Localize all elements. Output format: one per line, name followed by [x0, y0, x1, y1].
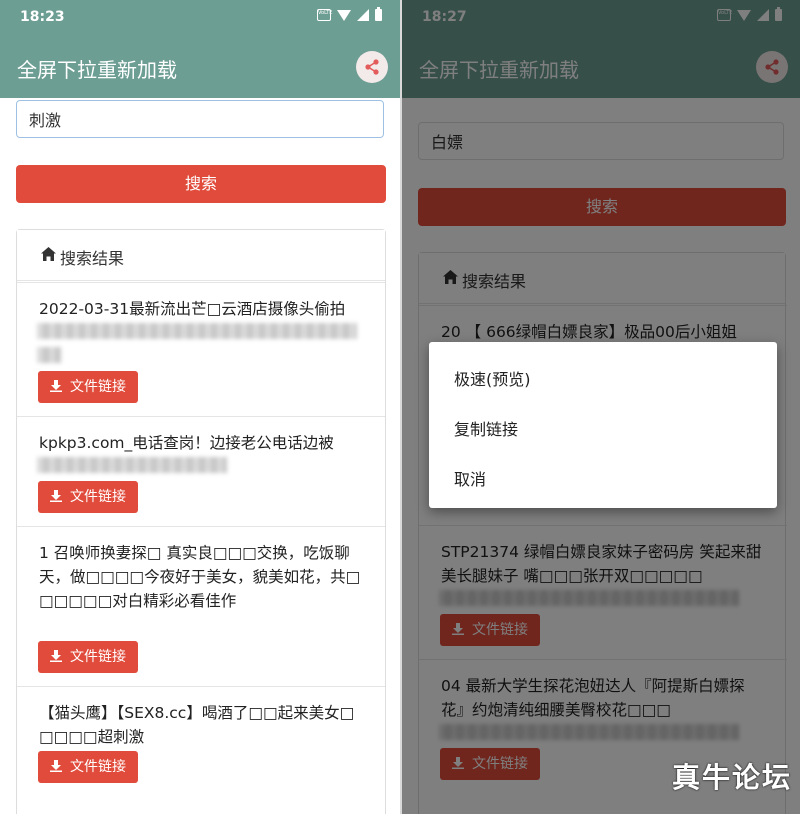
- results-header: 搜索结果: [17, 230, 385, 281]
- battery-icon: [375, 7, 382, 21]
- search-input[interactable]: [16, 100, 384, 138]
- download-icon: [50, 490, 62, 502]
- home-icon: [41, 247, 56, 261]
- file-link-label: 文件链接: [70, 379, 126, 395]
- result-item: kpkp3.com_电话查岗！边接老公电话边被 文件链接: [17, 416, 385, 526]
- file-link-label: 文件链接: [70, 649, 126, 665]
- forum-watermark: 真牛论坛: [671, 761, 792, 794]
- dialog-option-cancel[interactable]: 取消: [454, 466, 486, 490]
- result-title: 【猫头鹰】【SEX8.cc】喝酒了□□起来美女□□□□□超刺激: [39, 704, 355, 746]
- file-link-label: 文件链接: [70, 489, 126, 505]
- blur-mask: [37, 457, 227, 473]
- wifi-icon: [337, 9, 351, 21]
- download-icon: [50, 760, 62, 772]
- blur-mask: [37, 347, 61, 363]
- file-link-button[interactable]: 文件链接: [38, 371, 138, 403]
- volte-icon: VoLTE: [317, 9, 332, 21]
- signal-icon: [357, 9, 369, 21]
- result-title: kpkp3.com_电话查岗！边接老公电话边被: [39, 434, 334, 452]
- status-time: 18:23: [20, 9, 65, 25]
- left-phone-screen: 18:23 VoLTE 全屏下拉重新加载 搜索: [0, 0, 400, 814]
- status-icons: VoLTE: [317, 7, 382, 21]
- link-options-dialog: 极速(预览) 复制链接 取消: [429, 342, 777, 508]
- download-icon: [50, 380, 62, 392]
- file-link-button[interactable]: 文件链接: [38, 481, 138, 513]
- search-button[interactable]: 搜索: [16, 165, 386, 203]
- results-panel: 搜索结果 2022-03-31最新流出芒□云酒店摄像头偷拍 文件链接 kpkp3…: [16, 229, 386, 814]
- app-bar: 全屏下拉重新加载: [0, 36, 400, 98]
- result-item: 2022-03-31最新流出芒□云酒店摄像头偷拍 文件链接: [17, 282, 385, 416]
- share-icon: [365, 59, 379, 75]
- result-title: 1 召唤师换妻探□ 真实良□□□交换，吃饭聊天，做□□□□今夜好于美女，貌美如花…: [39, 544, 361, 610]
- share-button[interactable]: [356, 51, 388, 83]
- blur-mask: [37, 323, 357, 339]
- dialog-option-copy-link[interactable]: 复制链接: [454, 416, 518, 440]
- app-title: 全屏下拉重新加载: [17, 58, 177, 82]
- screenshot-composite: 18:23 VoLTE 全屏下拉重新加载 搜索: [0, 0, 800, 814]
- result-item: 【猫头鹰】【SEX8.cc】喝酒了□□起来美女□□□□□超刺激 文件链接: [17, 686, 385, 796]
- dialog-option-fast-preview[interactable]: 极速(预览): [454, 366, 531, 390]
- download-icon: [50, 650, 62, 662]
- result-item: 1 召唤师换妻探□ 真实良□□□交换，吃饭聊天，做□□□□今夜好于美女，貌美如花…: [17, 526, 385, 686]
- right-phone-screen: 18:27 VoLTE 全屏下拉重新加载 搜索: [402, 0, 800, 814]
- result-title: 2022-03-31最新流出芒□云酒店摄像头偷拍: [39, 300, 346, 318]
- file-link-button[interactable]: 文件链接: [38, 751, 138, 783]
- results-header-label: 搜索结果: [60, 249, 125, 268]
- file-link-label: 文件链接: [70, 759, 126, 775]
- file-link-button[interactable]: 文件链接: [38, 641, 138, 673]
- status-bar: 18:23 VoLTE: [0, 0, 400, 36]
